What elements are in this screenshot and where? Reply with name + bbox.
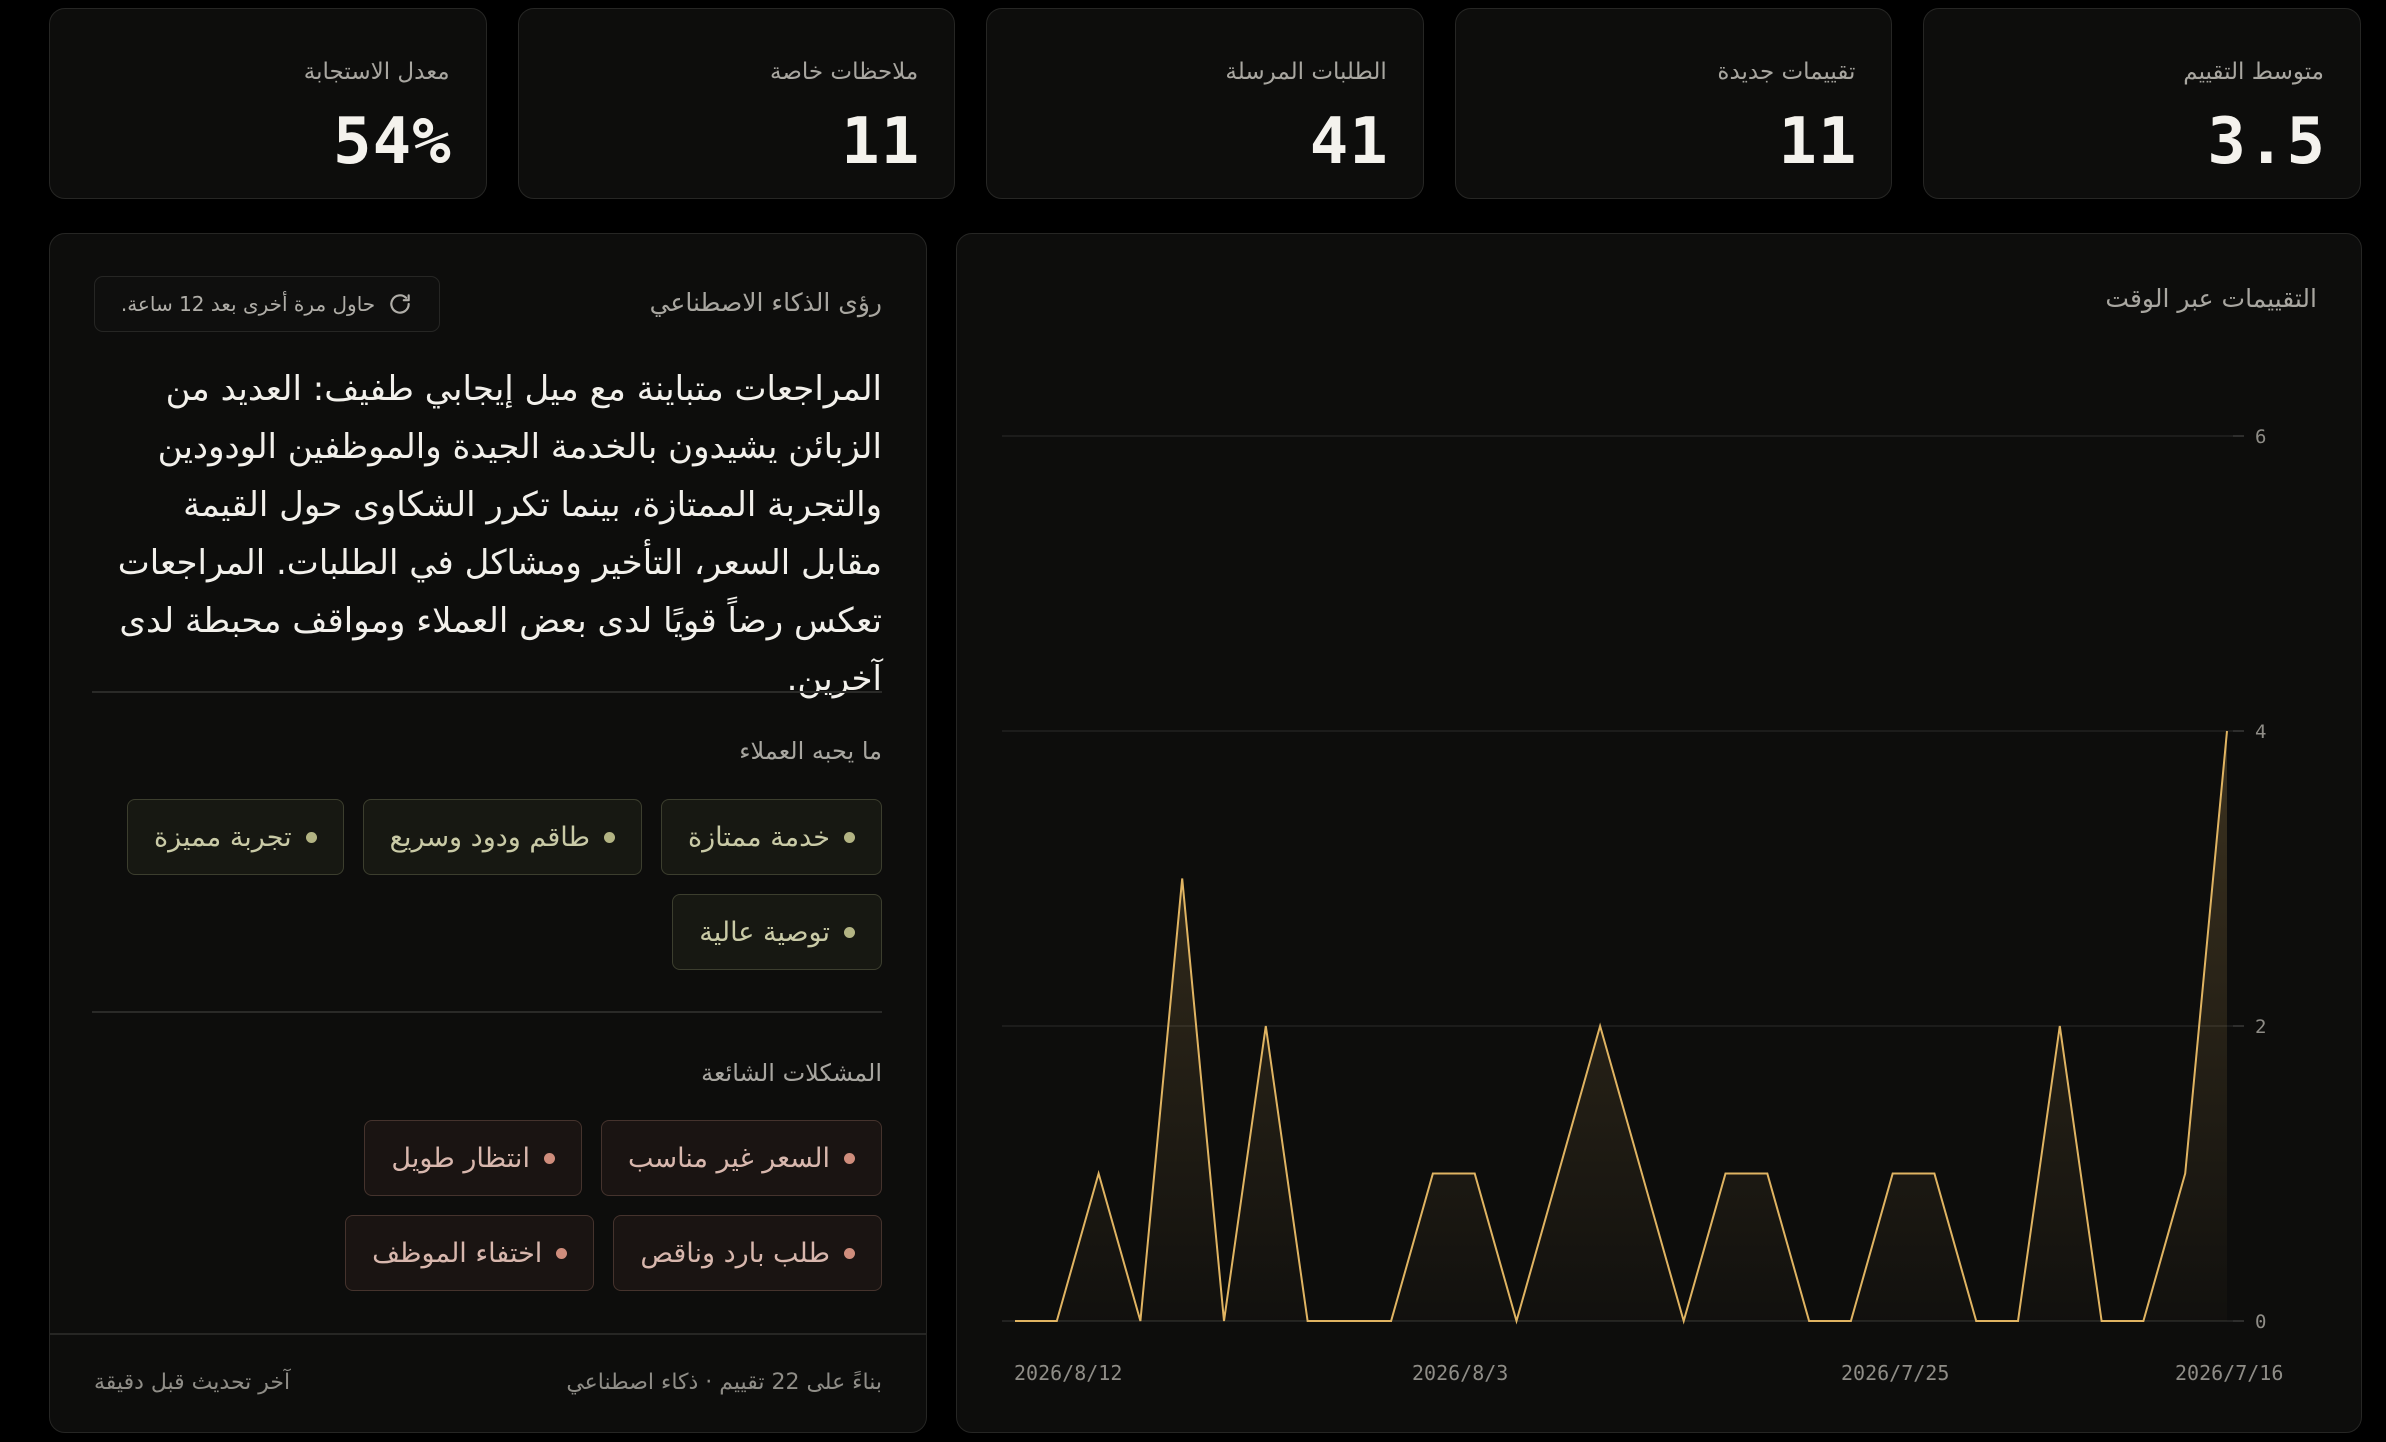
stat-card-requests-sent: الطلبات المرسلة 41 — [986, 8, 1424, 199]
stat-label: الطلبات المرسلة — [1225, 59, 1387, 85]
dot-icon — [556, 1247, 568, 1259]
x-tick-label: 2026/8/12 — [1014, 1361, 1122, 1385]
data-point — [2141, 1319, 2145, 1323]
data-point — [1724, 1172, 1728, 1176]
stat-label: تقييمات جديدة — [1717, 59, 1856, 85]
x-tick-label: 2026/7/16 — [2175, 1361, 2283, 1385]
loves-section-title: ما يحبه العملاء — [739, 737, 882, 765]
data-point — [1431, 1172, 1435, 1176]
stat-card-new-reviews: تقييمات جديدة 11 — [1454, 8, 1893, 199]
y-tick-label: 0 — [2255, 1311, 2266, 1333]
dot-icon — [844, 1152, 855, 1164]
data-point — [2100, 1319, 2104, 1323]
stat-value: 54% — [333, 105, 452, 179]
stat-value: 3.5 — [2207, 105, 2326, 179]
dot-icon — [543, 1152, 555, 1164]
data-point — [1556, 1172, 1560, 1176]
stat-value: 11 — [1778, 105, 1858, 179]
love-chip[interactable]: توصية عالية — [672, 894, 882, 970]
stat-card-private-feedback: ملاحظات خاصة 11 — [517, 8, 956, 199]
data-point — [1849, 1319, 1853, 1323]
data-point — [2225, 729, 2229, 733]
dot-icon — [844, 926, 855, 938]
dot-icon — [305, 831, 317, 843]
chip-label: خدمة ممتازة — [687, 821, 830, 853]
footer-divider — [50, 1333, 926, 1335]
data-point — [1347, 1319, 1351, 1323]
data-point — [2058, 1024, 2062, 1028]
last-updated: آخر تحديث قبل دقيقة — [94, 1370, 291, 1395]
data-point — [1974, 1319, 1978, 1323]
data-point — [1473, 1172, 1477, 1176]
data-point — [1515, 1319, 1519, 1323]
data-point — [1222, 1319, 1226, 1323]
data-point — [1682, 1319, 1686, 1323]
stat-card-average-rating: متوسط التقييم 3.5 — [1923, 8, 2361, 199]
data-point — [1306, 1319, 1310, 1323]
love-chip[interactable]: تجربة مميزة — [126, 799, 344, 875]
y-tick-label: 6 — [2255, 426, 2266, 448]
issues-section-title: المشكلات الشائعة — [701, 1059, 882, 1087]
chip-label: طلب بارد وناقص — [640, 1237, 830, 1269]
insights-summary: المراجعات متباينة مع ميل إيجابي طفيف: ال… — [117, 369, 882, 699]
dot-icon — [603, 831, 615, 843]
chip-label: تجربة مميزة — [153, 821, 292, 853]
issue-chip[interactable]: السعر غير مناسب — [600, 1120, 882, 1196]
data-point — [1598, 1024, 1602, 1028]
data-point — [1264, 1024, 1268, 1028]
retry-button[interactable]: حاول مرة أخرى بعد 12 ساعة. — [94, 276, 440, 332]
stat-card-response-rate: معدل الاستجابة 54% — [49, 8, 487, 199]
data-point — [1932, 1172, 1936, 1176]
chip-label: توصية عالية — [699, 916, 830, 948]
dot-icon — [844, 831, 855, 843]
data-point — [1138, 1319, 1142, 1323]
chip-label: طاقم ودود وسريع — [389, 821, 590, 853]
y-tick-label: 2 — [2255, 1016, 2266, 1038]
data-point — [1891, 1172, 1895, 1176]
issue-chip[interactable]: طلب بارد وناقص — [613, 1215, 882, 1291]
reviews-chart: 0 2 4 6 2026/7/16 2026/7/25 2026/8/3 2026/8/12 — [1002, 426, 2283, 1385]
data-point — [1807, 1319, 1811, 1323]
divider — [92, 691, 882, 693]
dashboard: متوسط التقييم 3.5 تقييمات جديدة 11 الطلب… — [0, 0, 2386, 1442]
reviews-over-time-panel: التقييمات عبر الوقت 0 2 4 6 2026/7/16 2026/7/… — [956, 233, 2362, 1433]
issue-chip[interactable]: انتظار طويل — [364, 1120, 582, 1196]
data-point — [2016, 1319, 2020, 1323]
stat-label: ملاحظات خاصة — [770, 59, 919, 85]
data-point — [1180, 877, 1184, 881]
love-chip[interactable]: طاقم ودود وسريع — [362, 799, 642, 875]
stat-label: متوسط التقييم — [2183, 59, 2324, 85]
data-point — [1055, 1319, 1059, 1323]
insights-title: رؤى الذكاء الاصطناعي — [649, 288, 882, 317]
data-point — [1389, 1319, 1393, 1323]
chip-label: انتظار طويل — [391, 1142, 530, 1174]
issue-chip[interactable]: اختفاء الموظف — [345, 1215, 595, 1291]
stat-label: معدل الاستجابة — [303, 59, 450, 85]
data-point — [1097, 1172, 1101, 1176]
issues-chips: السعر غير مناسب انتظار طويل طلب بارد ونا… — [92, 1120, 882, 1291]
data-point — [1765, 1172, 1769, 1176]
ai-insights-panel: رؤى الذكاء الاصطناعي حاول مرة أخرى بعد 1… — [49, 233, 927, 1433]
data-point — [1640, 1172, 1644, 1176]
love-chip[interactable]: خدمة ممتازة — [660, 799, 882, 875]
chip-label: اختفاء الموظف — [372, 1237, 543, 1269]
data-point — [1013, 1319, 1017, 1323]
data-point — [2183, 1172, 2187, 1176]
divider — [92, 1011, 882, 1013]
stat-value: 11 — [841, 105, 921, 179]
loves-chips: خدمة ممتازة طاقم ودود وسريع تجربة مميزة … — [92, 799, 882, 970]
refresh-icon — [390, 294, 410, 314]
chip-label: السعر غير مناسب — [627, 1142, 830, 1174]
stats-row: متوسط التقييم 3.5 تقييمات جديدة 11 الطلب… — [49, 8, 2361, 199]
retry-label: حاول مرة أخرى بعد 12 ساعة. — [120, 292, 376, 316]
x-tick-label: 2026/7/25 — [1841, 1361, 1949, 1385]
dot-icon — [844, 1247, 855, 1259]
stat-value: 41 — [1309, 105, 1389, 179]
insights-basis: بناءً على 22 تقييم · ذكاء اصطناعي — [566, 1370, 882, 1395]
y-tick-label: 4 — [2255, 721, 2266, 743]
x-tick-label: 2026/8/3 — [1412, 1361, 1508, 1385]
